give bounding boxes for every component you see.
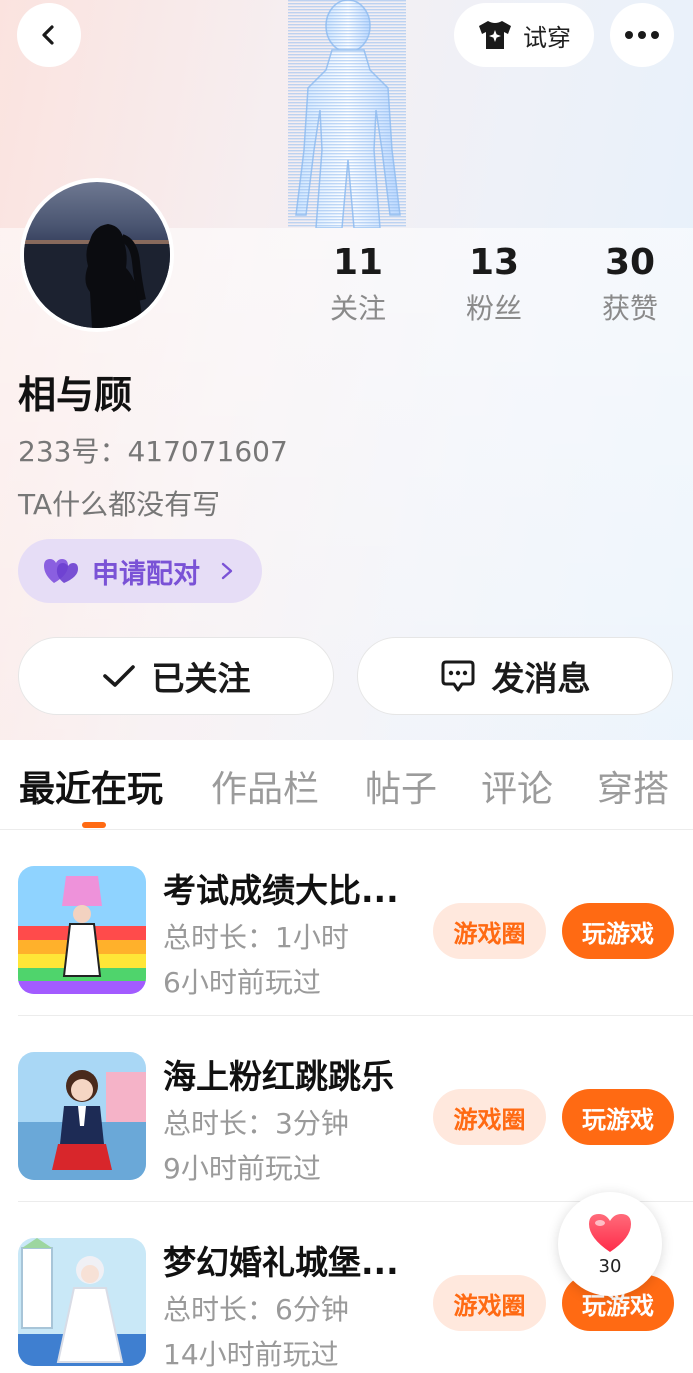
stat-likes-label: 获赞 — [601, 292, 658, 325]
chat-bubble-icon — [441, 660, 474, 692]
back-button[interactable] — [17, 3, 81, 67]
followed-label: 已关注 — [151, 659, 251, 698]
apply-pair-label: 申请配对 — [92, 558, 200, 590]
send-message-label: 发消息 — [491, 659, 591, 698]
game-row[interactable]: 考试成绩大比... 总时长：1小时 6小时前玩过 游戏圈 玩游戏 — [0, 830, 693, 1016]
stat-likes[interactable]: 30 获赞 — [562, 240, 693, 332]
game-circle-button[interactable]: 游戏圈 — [433, 903, 546, 959]
tab-posts[interactable]: 帖子 — [365, 760, 437, 812]
tab-works[interactable]: 作品栏 — [211, 760, 319, 812]
game-duration: 总时长：3分钟 — [163, 1107, 349, 1140]
profile-bio: TA什么都没有写 — [18, 488, 221, 521]
more-dots-icon — [625, 31, 659, 39]
stat-following-count: 11 — [332, 242, 384, 283]
floating-like-count: 30 — [598, 1255, 622, 1277]
tab-recently-played[interactable]: 最近在玩 — [19, 760, 163, 812]
profile-name: 相与顾 — [18, 373, 133, 417]
game-title: 海上粉红跳跳乐 — [163, 1057, 394, 1096]
game-cover-rainbow-image — [18, 866, 146, 994]
play-game-button[interactable]: 玩游戏 — [562, 903, 674, 959]
stat-following-label: 关注 — [329, 292, 386, 325]
heart-icon — [589, 1213, 631, 1252]
game-title: 梦幻婚礼城堡... — [163, 1243, 399, 1282]
game-title: 考试成绩大比... — [163, 871, 399, 910]
double-heart-icon — [44, 559, 78, 583]
game-cover-schoolgirl-image — [18, 1052, 146, 1180]
game-last-played: 9小时前玩过 — [163, 1152, 321, 1185]
check-icon — [102, 665, 135, 687]
avatar-figure-hologram — [288, 0, 406, 228]
game-row[interactable]: 海上粉红跳跳乐 总时长：3分钟 9小时前玩过 游戏圈 玩游戏 — [0, 1016, 693, 1202]
stat-following[interactable]: 11 关注 — [290, 240, 426, 332]
game-duration: 总时长：6分钟 — [163, 1293, 349, 1326]
more-button[interactable] — [610, 3, 674, 67]
game-last-played: 14小时前玩过 — [163, 1338, 339, 1371]
profile-tabs: 最近在玩 作品栏 帖子 评论 穿搭 — [0, 740, 693, 830]
active-tab-indicator — [82, 822, 106, 828]
game-cover-wedding-image — [18, 1238, 146, 1366]
chevron-left-icon — [42, 25, 54, 45]
game-last-played: 6小时前玩过 — [163, 966, 321, 999]
avatar[interactable] — [20, 178, 174, 332]
stat-fans[interactable]: 13 粉丝 — [426, 240, 562, 332]
tshirt-icon — [479, 21, 511, 49]
followed-button[interactable]: 已关注 — [18, 637, 334, 715]
stat-likes-count: 30 — [604, 242, 656, 283]
tryon-label: 试穿 — [523, 23, 571, 52]
game-thumbnail[interactable] — [18, 1238, 146, 1366]
game-duration: 总时长：1小时 — [163, 921, 349, 954]
game-thumbnail[interactable] — [18, 866, 146, 994]
avatar-silhouette-image — [24, 224, 170, 328]
play-game-button[interactable]: 玩游戏 — [562, 1089, 674, 1145]
send-message-button[interactable]: 发消息 — [357, 637, 673, 715]
chevron-right-icon — [221, 562, 233, 580]
profile-stats: 11 关注 13 粉丝 30 获赞 — [290, 240, 693, 340]
tab-comments[interactable]: 评论 — [481, 760, 553, 812]
apply-pair-button[interactable]: 申请配对 — [18, 539, 262, 603]
tab-outfits[interactable]: 穿搭 — [597, 760, 669, 812]
stat-fans-count: 13 — [468, 242, 520, 283]
tryon-button[interactable]: 试穿 — [454, 3, 594, 67]
stat-fans-label: 粉丝 — [465, 292, 522, 325]
floating-like-button[interactable]: 30 — [558, 1192, 662, 1296]
profile-uid: 233号：417071607 — [18, 435, 288, 468]
game-circle-button[interactable]: 游戏圈 — [433, 1275, 546, 1331]
game-thumbnail[interactable] — [18, 1052, 146, 1180]
game-circle-button[interactable]: 游戏圈 — [433, 1089, 546, 1145]
